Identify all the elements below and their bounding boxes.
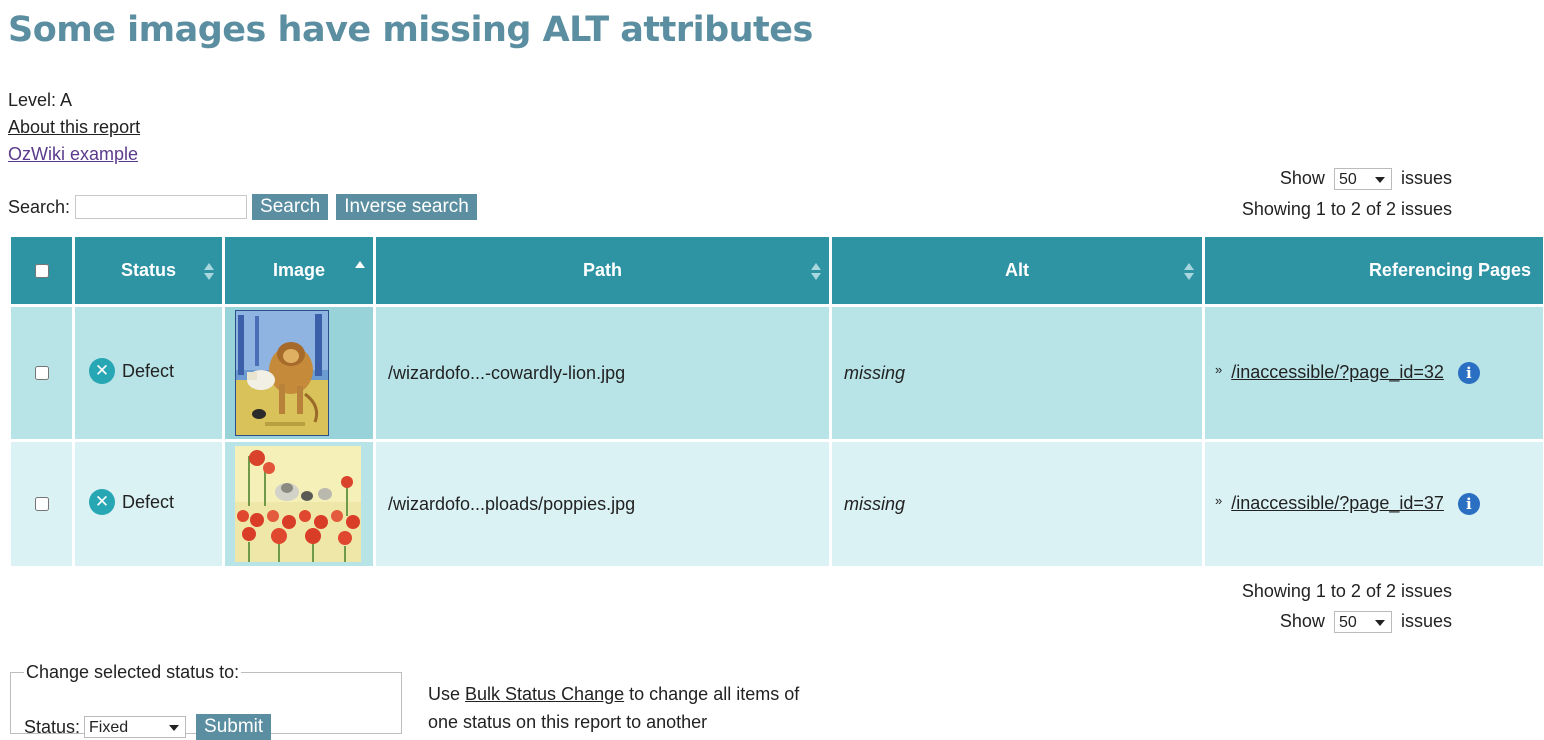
image-cell xyxy=(225,307,373,439)
info-icon[interactable]: i xyxy=(1457,493,1480,516)
row-checkbox[interactable] xyxy=(34,497,49,511)
referencing-page-link[interactable]: /inaccessible/?page_id=32 xyxy=(1231,362,1444,382)
alt-column-header[interactable]: Alt xyxy=(832,237,1202,304)
status-text: Defect xyxy=(122,360,175,381)
chevron-down-icon xyxy=(169,725,180,731)
image-cell xyxy=(225,442,373,566)
show-label: Show xyxy=(1279,168,1325,188)
sort-ascending-icon xyxy=(355,261,365,279)
path-cell: /wizardofo...ploads/poppies.jpg xyxy=(376,442,829,566)
info-icon[interactable]: i xyxy=(1457,362,1480,385)
show-label: Show xyxy=(1279,611,1325,631)
pager-top: Show 50 issues Showing 1 to 2 of 2 issue… xyxy=(1242,168,1452,220)
referencing-pages-column-header: Referencing Pages xyxy=(1205,237,1543,304)
search-input[interactable] xyxy=(75,195,248,219)
status-cell: ✕ Defect xyxy=(75,307,222,439)
ozwiki-example-link[interactable]: OzWiki example xyxy=(8,141,140,168)
page-title: Some images have missing ALT attributes xyxy=(8,10,813,50)
referencing-page-link[interactable]: /inaccessible/?page_id=37 xyxy=(1231,493,1444,513)
issues-label: issues xyxy=(1400,168,1452,188)
search-button[interactable]: Search xyxy=(252,194,329,220)
issues-table: Status Image Path Alt Referencing Pages … xyxy=(8,234,1544,569)
image-column-header[interactable]: Image xyxy=(225,237,373,304)
cowardly-lion-thumbnail[interactable] xyxy=(235,310,329,436)
sort-icon xyxy=(204,263,214,281)
chevron-down-icon xyxy=(1374,177,1385,184)
referencing-pages-cell: » /inaccessible/?page_id=37 i xyxy=(1205,442,1543,566)
report-meta: Level: A About this report OzWiki exampl… xyxy=(8,87,140,168)
defect-icon: ✕ xyxy=(89,489,115,515)
search-label: Search: xyxy=(8,196,71,217)
table-row: ✕ Defect xyxy=(11,442,1543,566)
sort-icon xyxy=(1184,263,1194,281)
referencing-pages-cell: » /inaccessible/?page_id=32 i xyxy=(1205,307,1543,439)
issues-label: issues xyxy=(1400,611,1452,631)
status-text: Defect xyxy=(122,491,175,512)
change-status-legend: Change selected status to: xyxy=(26,662,240,682)
row-checkbox[interactable] xyxy=(34,366,49,380)
level-text: Level: A xyxy=(8,90,73,110)
status-label: Status: xyxy=(24,716,81,737)
alt-cell: missing xyxy=(832,442,1202,566)
page-size-select[interactable]: 50 xyxy=(1333,611,1392,634)
poppies-thumbnail[interactable] xyxy=(235,446,361,562)
row-select-cell xyxy=(11,307,72,439)
chevron-down-icon xyxy=(1374,620,1385,627)
results-summary: Showing 1 to 2 of 2 issues xyxy=(1241,581,1452,601)
row-select-cell xyxy=(11,442,72,566)
bulk-status-note: Use Bulk Status Change to change all ite… xyxy=(428,684,800,732)
path-column-header[interactable]: Path xyxy=(376,237,829,304)
status-select[interactable]: Fixed xyxy=(84,716,187,738)
double-chevron-icon: » xyxy=(1215,492,1223,508)
table-header-row: Status Image Path Alt Referencing Pages xyxy=(11,237,1543,304)
search-bar: Search: Search Inverse search xyxy=(8,194,485,220)
defect-icon: ✕ xyxy=(89,358,115,384)
bulk-status-change-link[interactable]: Bulk Status Change xyxy=(465,684,624,704)
path-cell: /wizardofo...-cowardly-lion.jpg xyxy=(376,307,829,439)
page-size-select[interactable]: 50 xyxy=(1333,168,1392,191)
pager-bottom: Showing 1 to 2 of 2 issues Show 50 issue… xyxy=(1241,581,1452,634)
results-summary: Showing 1 to 2 of 2 issues xyxy=(1241,199,1452,220)
select-all-checkbox[interactable] xyxy=(34,263,49,278)
about-report-link[interactable]: About this report xyxy=(8,114,140,141)
submit-button[interactable]: Submit xyxy=(196,714,272,740)
change-status-form: Change selected status to: Status: Fixed… xyxy=(10,662,402,740)
double-chevron-icon: » xyxy=(1215,361,1223,377)
table-row: ✕ Defect xyxy=(11,307,1543,439)
inverse-search-button[interactable]: Inverse search xyxy=(336,194,477,220)
status-column-header[interactable]: Status xyxy=(75,237,222,304)
alt-cell: missing xyxy=(832,307,1202,439)
sort-icon xyxy=(811,263,821,281)
status-cell: ✕ Defect xyxy=(75,442,222,566)
select-all-header xyxy=(11,237,72,304)
